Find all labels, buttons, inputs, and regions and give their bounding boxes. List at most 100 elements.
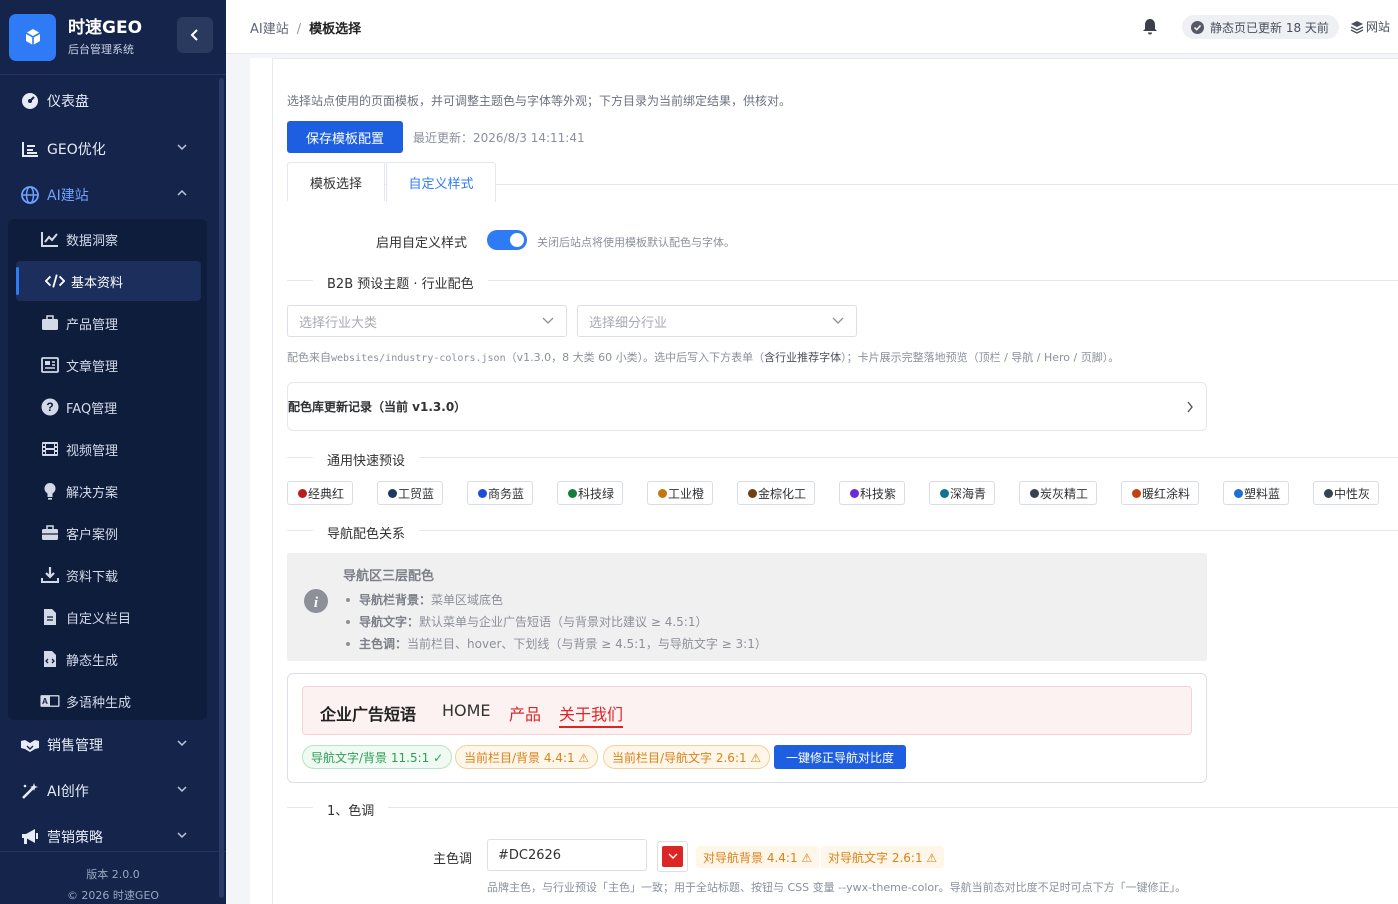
case-icon: [40, 523, 60, 543]
info-list: 导航栏背景：菜单区域底色 导航文字：默认菜单与企业广告短语（与背景对比建议 ≥ …: [346, 589, 767, 655]
preset-chip[interactable]: 科技绿: [557, 481, 624, 505]
changelog-title: 配色库更新记录（当前 v1.3.0）: [288, 400, 467, 414]
input-value: #DC2626: [498, 847, 562, 863]
chevron-down-icon: [177, 832, 187, 839]
chip-label: 金棕化工: [758, 486, 807, 501]
bell-icon[interactable]: [1142, 18, 1158, 39]
fix-contrast-button[interactable]: 一键修正导航对比度: [774, 745, 906, 769]
info-item: 导航栏背景：菜单区域底色: [346, 589, 767, 611]
sub-multilang[interactable]: A 多语种生成: [8, 681, 207, 721]
preset-chip[interactable]: 炭灰精工: [1019, 481, 1098, 505]
collapse-sidebar-button[interactable]: [177, 17, 213, 53]
film-icon: [40, 439, 60, 459]
menu-ai-site[interactable]: AI建站: [0, 172, 226, 218]
primary-color-input[interactable]: #DC2626: [487, 839, 647, 871]
svg-text:A: A: [42, 697, 48, 706]
color-source-note: 配色来自websites/industry-colors.json（v1.3.0…: [287, 349, 1119, 365]
tab-template-select[interactable]: 模板选择: [287, 162, 385, 201]
copyright: © 2026 时速GEO: [66, 889, 160, 902]
preset-chip[interactable]: 暖红涂料: [1121, 481, 1200, 505]
section-quick-title: 通用快速预设: [313, 450, 420, 469]
sub-articles[interactable]: 文章管理: [8, 345, 207, 385]
preset-chip[interactable]: 深海青: [929, 481, 996, 505]
sidebar: 时速GEO 后台管理系统 仪表盘 GEO优化 AI建站 数据洞察 基本资料 产品…: [0, 0, 226, 904]
industry-sub-select[interactable]: 选择细分行业: [577, 305, 857, 337]
preset-chip[interactable]: 科技紫: [839, 481, 906, 505]
chip-label: 经典红: [308, 486, 345, 501]
chevron-left-icon: [190, 29, 198, 41]
sub-faq[interactable]: ? FAQ管理: [8, 387, 207, 427]
contrast-badge-warn: 当前栏目/导航文字 2.6:1 ⚠: [603, 745, 771, 769]
chevron-down-icon: [177, 740, 187, 747]
sub-data-insight[interactable]: 数据洞察: [8, 219, 207, 259]
sidebar-footer: 版本 2.0.0 © 2026 时速GEO: [0, 851, 226, 904]
list-icon: [20, 139, 40, 159]
preset-chip[interactable]: 工业橙: [647, 481, 714, 505]
download-icon: [40, 565, 60, 585]
globe-icon: [20, 185, 40, 205]
custom-style-switch[interactable]: [487, 230, 527, 250]
menu-geo[interactable]: GEO优化: [0, 126, 226, 172]
chip-label: 工贸蓝: [398, 486, 435, 501]
nav-preview-products: 产品: [509, 705, 542, 724]
sub-basic-info[interactable]: 基本资料: [16, 261, 201, 301]
divider: [287, 807, 1398, 808]
save-template-button[interactable]: 保存模板配置: [287, 121, 403, 153]
sub-static-gen[interactable]: 静态生成: [8, 639, 207, 679]
section-presets-title: B2B 预设主题 · 行业配色: [313, 273, 488, 292]
chip-label: 科技紫: [860, 486, 897, 501]
sub-cases[interactable]: 客户案例: [8, 513, 207, 553]
color-picker[interactable]: [657, 841, 688, 872]
sub-videos[interactable]: 视频管理: [8, 429, 207, 469]
info-text: 菜单区域底色: [431, 593, 504, 607]
chip-label: 炭灰精工: [1040, 486, 1089, 501]
svg-text:?: ?: [46, 400, 53, 414]
status-text: 静态页已更新 18 天前: [1210, 20, 1329, 35]
sub-label: 静态生成: [66, 653, 119, 669]
color-dot: [388, 488, 397, 498]
menu-label: GEO优化: [47, 142, 106, 158]
last-updated: 最近更新：2026/8/3 14:11:41: [413, 131, 585, 145]
sub-products[interactable]: 产品管理: [8, 303, 207, 343]
divider: [287, 530, 1398, 531]
contrast-tag-warn: 对导航文字 2.6:1 ⚠: [821, 846, 945, 868]
info-item: 导航文字：默认菜单与企业广告短语（与背景对比建议 ≥ 4.5:1）: [346, 611, 767, 633]
menu-label: AI建站: [47, 188, 89, 204]
preset-chip[interactable]: 工贸蓝: [377, 481, 444, 505]
sub-custom-columns[interactable]: 自定义栏目: [8, 597, 207, 637]
contrast-badge-ok: 导航文字/背景 11.5:1 ✓: [302, 745, 453, 769]
primary-color-label: 主色调: [433, 852, 473, 867]
sub-label: FAQ管理: [66, 401, 118, 417]
sidebar-scrollbar[interactable]: [219, 78, 224, 898]
color-dot: [940, 488, 949, 498]
color-dot: [1132, 488, 1141, 498]
file-code-icon: [40, 649, 60, 669]
chip-label: 深海青: [950, 486, 987, 501]
section-tone-title: 1、色调: [313, 800, 389, 819]
menu-ai-create[interactable]: AI创作: [0, 768, 226, 814]
chip-label: 塑料蓝: [1244, 486, 1281, 501]
preset-chip[interactable]: 经典红: [287, 481, 354, 505]
static-status-badge: 静态页已更新 18 天前: [1182, 15, 1339, 39]
industry-category-select[interactable]: 选择行业大类: [287, 305, 567, 337]
tab-custom-style[interactable]: 自定义样式: [386, 162, 496, 202]
sub-label: 基本资料: [71, 275, 124, 291]
select-placeholder: 选择细分行业: [589, 315, 668, 331]
preset-chip[interactable]: 塑料蓝: [1223, 481, 1290, 505]
site-label: 网站: [1366, 20, 1391, 34]
sub-downloads[interactable]: 资料下载: [8, 555, 207, 595]
sub-label: 多语种生成: [66, 695, 132, 711]
changelog-collapse[interactable]: 配色库更新记录（当前 v1.3.0）: [287, 382, 1207, 431]
preset-chip[interactable]: 中性灰: [1313, 481, 1380, 505]
info-title: 导航区三层配色: [343, 569, 435, 584]
chip-label: 科技绿: [578, 486, 615, 501]
preset-chip[interactable]: 金棕化工: [737, 481, 816, 505]
sub-solutions[interactable]: 解决方案: [8, 471, 207, 511]
layers-icon: [1350, 20, 1364, 34]
site-link[interactable]: 网站: [1350, 18, 1390, 35]
breadcrumb-parent[interactable]: AI建站: [250, 22, 289, 37]
menu-sales[interactable]: 销售管理: [0, 722, 226, 768]
preset-chip[interactable]: 商务蓝: [467, 481, 534, 505]
menu-dashboard[interactable]: 仪表盘: [0, 78, 226, 124]
menu-label: 营销策略: [47, 830, 103, 846]
